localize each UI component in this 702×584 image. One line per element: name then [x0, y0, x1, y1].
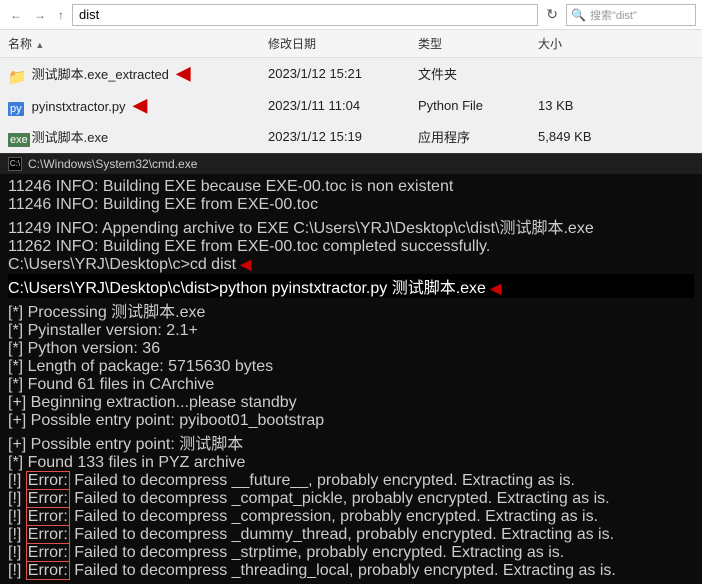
- cmd-line: [*] Length of package: 5715630 bytes: [8, 358, 694, 376]
- error-message: Failed to decompress _compat_pickle, pro…: [70, 490, 610, 507]
- cmd-container: C:\ C:\Windows\System32\cmd.exe 11246 IN…: [0, 153, 702, 584]
- error-prefix: [!]: [8, 526, 26, 543]
- file-rows-container: 📁 测试脚本.exe_extracted ◀ 2023/1/12 15:21 文…: [0, 58, 702, 153]
- cmd-line: [*] Python version: 36: [8, 340, 694, 358]
- file-date-cell: 2023/1/12 15:21: [260, 64, 410, 83]
- error-prefix: [!]: [8, 508, 26, 525]
- file-table-header: 名称 ▲ 修改日期 类型 大小: [0, 30, 702, 58]
- cmd-titlebar: C:\ C:\Windows\System32\cmd.exe: [0, 153, 702, 174]
- error-label: Error:: [26, 543, 70, 562]
- up-button[interactable]: ↑: [54, 6, 68, 24]
- file-name-cell: exe 测试脚本.exe: [0, 125, 260, 149]
- cmd-line: [*] Pyinstaller version: 2.1+: [8, 322, 694, 340]
- file-name: 测试脚本.exe_extracted: [32, 67, 169, 82]
- error-message: Failed to decompress _threading_local, p…: [70, 562, 616, 579]
- file-type-cell: Python File: [410, 96, 530, 115]
- folder-icon: 📁: [8, 68, 24, 84]
- red-arrow-annotation: ◀: [133, 95, 147, 115]
- back-button[interactable]: ←: [6, 6, 26, 24]
- search-box[interactable]: 🔍 搜索"dist": [566, 4, 696, 26]
- file-size-cell: 5,849 KB: [530, 127, 610, 146]
- cmd-line: 11246 INFO: Building EXE because EXE-00.…: [8, 178, 694, 196]
- file-type-cell: 应用程序: [410, 125, 530, 148]
- file-name-cell: py pyinstxtractor.py ◀: [0, 93, 260, 118]
- cmd-line: [!] Error: Failed to decompress _strptim…: [8, 544, 694, 562]
- file-size-cell: [530, 72, 610, 76]
- search-icon: 🔍: [571, 8, 586, 22]
- error-prefix: [!]: [8, 544, 26, 561]
- search-placeholder: 搜索"dist": [590, 7, 637, 23]
- cmd-line: 11246 INFO: Building EXE from EXE-00.toc: [8, 196, 694, 214]
- cmd-line: [*] Found 133 files in PYZ archive: [8, 454, 694, 472]
- exe-file-icon: exe: [8, 131, 24, 147]
- file-name-cell: 📁 测试脚本.exe_extracted ◀: [0, 61, 260, 86]
- address-bar: ← → ↑ dist ↻ 🔍 搜索"dist": [0, 0, 702, 30]
- error-message: Failed to decompress _strptime, probably…: [70, 544, 564, 561]
- file-explorer: ← → ↑ dist ↻ 🔍 搜索"dist" 名称 ▲ 修改日期 类型 大小 …: [0, 0, 702, 153]
- error-prefix: [!]: [8, 490, 26, 507]
- cmd-line: [+] Possible entry point: 测试脚本: [8, 430, 694, 454]
- red-arrow-annotation: ◀: [177, 63, 191, 83]
- error-prefix: [!]: [8, 562, 26, 579]
- cmd-icon: C:\: [8, 157, 22, 171]
- file-name: 测试脚本.exe: [32, 130, 109, 145]
- cmd-line: [*] Found 61 files in CArchive: [8, 376, 694, 394]
- col-header-name[interactable]: 名称 ▲: [0, 32, 260, 55]
- cmd-line: [!] Error: Failed to decompress _compat_…: [8, 490, 694, 508]
- file-name: pyinstxtractor.py: [32, 99, 126, 114]
- col-header-size[interactable]: 大小: [530, 32, 610, 55]
- refresh-button[interactable]: ↻: [542, 4, 562, 25]
- cmd-line: [+] Possible entry point: pyiboot01_boot…: [8, 412, 694, 430]
- file-type-cell: 文件夹: [410, 62, 530, 85]
- cmd-title: C:\Windows\System32\cmd.exe: [28, 157, 197, 171]
- error-label: Error:: [26, 489, 70, 508]
- forward-button[interactable]: →: [30, 6, 50, 24]
- cmd-line: [+] Beginning extraction...please standb…: [8, 394, 694, 412]
- error-label: Error:: [26, 471, 70, 490]
- error-prefix: [!]: [8, 472, 26, 489]
- file-date-cell: 2023/1/11 11:04: [260, 96, 410, 115]
- cmd-line: [!] Error: Failed to decompress _threadi…: [8, 562, 694, 580]
- error-message: Failed to decompress _compression, proba…: [70, 508, 598, 525]
- error-label: Error:: [26, 507, 70, 526]
- cmd-arrow2: ◀: [490, 280, 501, 296]
- file-size-cell: 13 KB: [530, 96, 610, 115]
- path-box[interactable]: dist: [72, 4, 538, 26]
- file-row[interactable]: py pyinstxtractor.py ◀ 2023/1/11 11:04 P…: [0, 90, 702, 122]
- cmd-line: [*] Processing 测试脚本.exe: [8, 298, 694, 322]
- python-file-icon: py: [8, 100, 24, 116]
- col-header-date[interactable]: 修改日期: [260, 32, 410, 55]
- col-name-label: 名称: [8, 37, 32, 51]
- col-header-type[interactable]: 类型: [410, 32, 530, 55]
- file-date-cell: 2023/1/12 15:19: [260, 127, 410, 146]
- sort-arrow: ▲: [35, 40, 44, 50]
- error-label: Error:: [26, 561, 70, 580]
- cmd-line: [!] Error: Failed to decompress __future…: [8, 472, 694, 490]
- error-label: Error:: [26, 525, 70, 544]
- error-message: Failed to decompress __future__, probabl…: [70, 472, 575, 489]
- cmd-line: C:\Users\YRJ\Desktop\c\dist>python pyins…: [8, 274, 694, 298]
- cmd-line: [!] Error: Failed to decompress _compres…: [8, 508, 694, 526]
- cmd-line: 11262 INFO: Building EXE from EXE-00.toc…: [8, 238, 694, 256]
- cmd-line: C:\Users\YRJ\Desktop\c>cd dist ◀: [8, 256, 694, 274]
- cmd-arrow: ◀: [241, 256, 252, 272]
- file-row[interactable]: exe 测试脚本.exe 2023/1/12 15:19 应用程序 5,849 …: [0, 122, 702, 153]
- file-row[interactable]: 📁 测试脚本.exe_extracted ◀ 2023/1/12 15:21 文…: [0, 58, 702, 90]
- cmd-line: [!] Error: Failed to decompress _dummy_t…: [8, 526, 694, 544]
- error-message: Failed to decompress _dummy_thread, prob…: [70, 526, 614, 543]
- cmd-content: 11246 INFO: Building EXE because EXE-00.…: [0, 174, 702, 584]
- cmd-line: 11249 INFO: Appending archive to EXE C:\…: [8, 214, 694, 238]
- path-text: dist: [79, 7, 99, 22]
